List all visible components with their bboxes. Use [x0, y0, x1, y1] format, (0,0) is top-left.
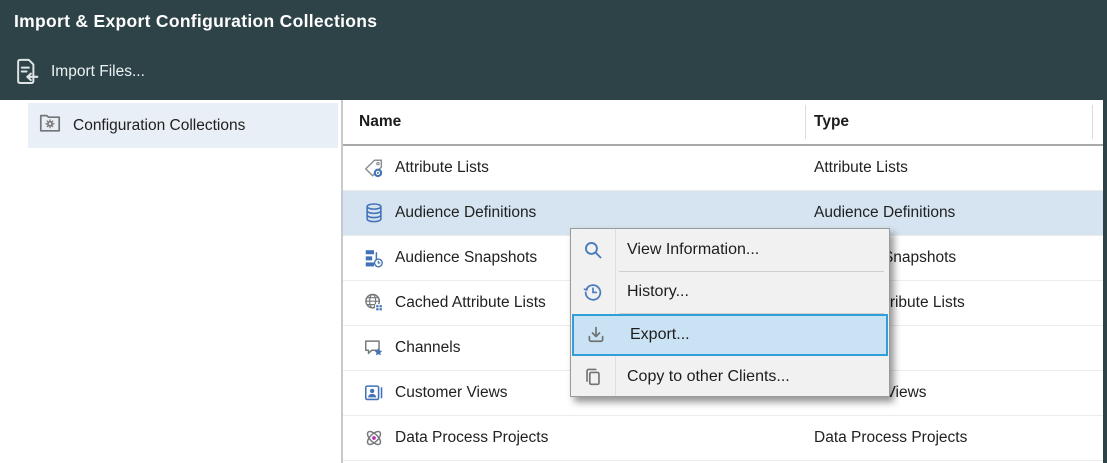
menu-item-label: View Information... [627, 229, 759, 271]
menu-item-label: History... [627, 271, 689, 313]
import-files-label: Import Files... [51, 63, 145, 81]
row-name-cell: Channels [395, 326, 461, 370]
database-icon [363, 202, 385, 224]
menu-item-label: Export... [630, 316, 690, 354]
row-name-cell: Customer Views [395, 371, 508, 415]
column-header-name[interactable]: Name [359, 100, 401, 144]
sidebar-item-configuration-collections[interactable]: Configuration Collections [28, 103, 338, 148]
app-header: Import & Export Configuration Collection… [0, 0, 1107, 100]
right-edge-strip [1103, 100, 1107, 463]
context-menu: View Information... History... Export... [570, 228, 890, 397]
folder-gear-icon [38, 112, 62, 139]
globe-icon [363, 292, 385, 314]
table-row-data-process-projects[interactable]: Data Process Projects Data Process Proje… [343, 416, 1107, 461]
row-type-cell: Data Process Projects [814, 416, 967, 460]
menu-item-copy-to-other-clients[interactable]: Copy to other Clients... [571, 356, 889, 396]
chat-bubble-icon [363, 337, 385, 359]
menu-item-label: Copy to other Clients... [627, 356, 790, 398]
atom-icon [363, 427, 385, 449]
menu-item-history[interactable]: History... [571, 271, 889, 313]
import-files-button[interactable]: Import Files... [12, 55, 145, 89]
person-card-icon [363, 382, 385, 404]
menu-item-view-information[interactable]: View Information... [571, 229, 889, 271]
page-title: Import & Export Configuration Collection… [14, 11, 377, 32]
snapshot-icon [363, 247, 385, 269]
search-icon [582, 239, 604, 261]
sidebar-item-label: Configuration Collections [73, 117, 245, 135]
column-divider [805, 105, 806, 139]
download-icon [585, 324, 607, 346]
table-header: Name Type [343, 100, 1107, 146]
copy-icon [582, 366, 604, 388]
column-header-type[interactable]: Type [814, 100, 849, 144]
row-name-cell: Audience Definitions [395, 191, 536, 235]
menu-item-export[interactable]: Export... [572, 314, 888, 356]
tag-icon [363, 157, 385, 179]
history-icon [582, 281, 604, 303]
table-row-attribute-lists[interactable]: Attribute Lists Attribute Lists [343, 146, 1107, 191]
row-name-cell: Data Process Projects [395, 416, 548, 460]
row-name-cell: Cached Attribute Lists [395, 281, 546, 325]
column-divider [1092, 105, 1093, 139]
row-name-cell: Audience Snapshots [395, 236, 537, 280]
sidebar: Configuration Collections [0, 100, 339, 463]
row-name-cell: Attribute Lists [395, 146, 489, 190]
row-type-cell: Attribute Lists [814, 146, 908, 190]
import-file-icon [12, 57, 40, 87]
